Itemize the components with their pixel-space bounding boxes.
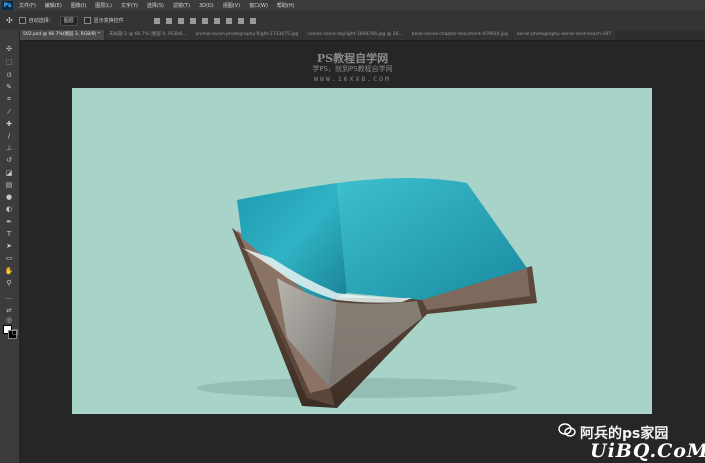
document-canvas[interactable] [72, 88, 652, 414]
pen-icon[interactable]: ✒ [4, 217, 14, 227]
site-logo: UiBQ.CoM [590, 440, 705, 462]
auto-select-option[interactable]: 自动选择： [18, 17, 54, 24]
auto-select-label: 自动选择： [28, 18, 54, 24]
quick-select-icon[interactable]: ✎ [4, 82, 14, 92]
distribute-2-icon[interactable] [237, 17, 244, 24]
align-left-icon[interactable] [189, 17, 196, 24]
align-bottom-icon[interactable] [177, 17, 184, 24]
tools-panel: ✣ ⬚ ଓ ✎ ⌗ ⁄ ✚ ∕ ⊥ ↺ ◪ ▤ ● ◐ ✒ T ➤ ▭ ✋ ⚲ … [0, 30, 20, 463]
document-tabs: 502.psd @ 66.7%(图层 3, RGB/8) * 未标题-2 @ 6… [19, 30, 705, 41]
auto-select-checkbox[interactable] [18, 17, 26, 24]
menu-help[interactable]: 帮助(H) [277, 2, 295, 9]
blur-icon[interactable]: ● [4, 192, 14, 202]
footer-brand: 阿兵的ps家园 UiBQ.CoM [540, 418, 705, 463]
distribute-icon[interactable] [225, 17, 232, 24]
auto-select-dropdown[interactable]: 图层 [59, 15, 78, 26]
path-select-icon[interactable]: ➤ [4, 241, 14, 251]
align-top-icon[interactable] [153, 17, 160, 24]
eraser-icon[interactable]: ◪ [4, 168, 14, 178]
photoshop-logo: Ps [2, 1, 13, 10]
show-transform-option[interactable]: 显示变换控件 [83, 17, 124, 24]
open-book-ocean-image [197, 178, 537, 408]
align-buttons [153, 17, 256, 24]
menu-layer[interactable]: 图层(L) [95, 2, 112, 9]
menu-window[interactable]: 窗口(W) [249, 2, 268, 9]
more-tools-icon[interactable]: … [4, 292, 14, 302]
align-right-icon[interactable] [213, 17, 220, 24]
menu-select[interactable]: 选择(S) [147, 2, 164, 9]
screen-mode-icon[interactable]: ▢ [10, 327, 20, 337]
menu-edit[interactable]: 编辑(E) [45, 2, 62, 9]
type-icon[interactable]: T [4, 229, 14, 239]
wechat-icon [558, 423, 576, 437]
watermark-subtitle: 学PS，就到PS教程自学网 [312, 65, 393, 73]
align-vcenter-icon[interactable] [165, 17, 172, 24]
tab-clouds[interactable]: clouds-covid-daylight-1804766.jpg @ 26..… [303, 30, 407, 40]
history-brush-icon[interactable]: ↺ [4, 155, 14, 165]
watermark-url: WWW.16XX8.COM [314, 75, 391, 83]
tab-untitled-2[interactable]: 未标题-2 @ 66.7% (图层 0, RGB/8... [105, 30, 191, 40]
tab-animal-avian[interactable]: animal-avian-photography-flight-1723475.… [191, 30, 303, 40]
shape-icon[interactable]: ▭ [4, 253, 14, 263]
move-tool-icon[interactable]: ✣ [6, 16, 13, 25]
show-transform-checkbox[interactable] [83, 17, 91, 24]
clone-stamp-icon[interactable]: ⊥ [4, 143, 14, 153]
show-transform-label: 显示变换控件 [93, 18, 124, 24]
distribute-3-icon[interactable] [249, 17, 256, 24]
brush-icon[interactable]: ∕ [4, 131, 14, 141]
crop-icon[interactable]: ⌗ [4, 94, 14, 104]
menu-view[interactable]: 视图(V) [223, 2, 240, 9]
menu-bar: Ps 文件(F) 编辑(E) 图像(I) 图层(L) 文字(Y) 选择(S) 滤… [0, 0, 705, 11]
dodge-icon[interactable]: ◐ [4, 204, 14, 214]
menu-file[interactable]: 文件(F) [19, 2, 36, 9]
menu-filter[interactable]: 滤镜(T) [173, 2, 190, 9]
tab-book-series[interactable]: book-series-chapter-document-459924.jpg [407, 30, 512, 40]
gradient-icon[interactable]: ▤ [4, 180, 14, 190]
quick-mask-icon[interactable]: ◎ [4, 315, 14, 325]
tab-502-psd[interactable]: 502.psd @ 66.7%(图层 3, RGB/8) * [19, 30, 105, 40]
menu-type[interactable]: 文字(Y) [121, 2, 138, 9]
align-hcenter-icon[interactable] [201, 17, 208, 24]
healing-brush-icon[interactable]: ✚ [4, 119, 14, 129]
options-bar: ✣ 自动选择： 图层 显示变换控件 [0, 11, 705, 31]
tab-aerial-photography[interactable]: aerial-photography-aerial-shot-beach-187 [512, 30, 616, 40]
zoom-icon[interactable]: ⚲ [4, 278, 14, 288]
hand-icon[interactable]: ✋ [4, 266, 14, 276]
menu-image[interactable]: 图像(I) [71, 2, 86, 9]
eyedropper-icon[interactable]: ⁄ [4, 107, 14, 117]
menu-3d[interactable]: 3D(D) [199, 3, 214, 9]
